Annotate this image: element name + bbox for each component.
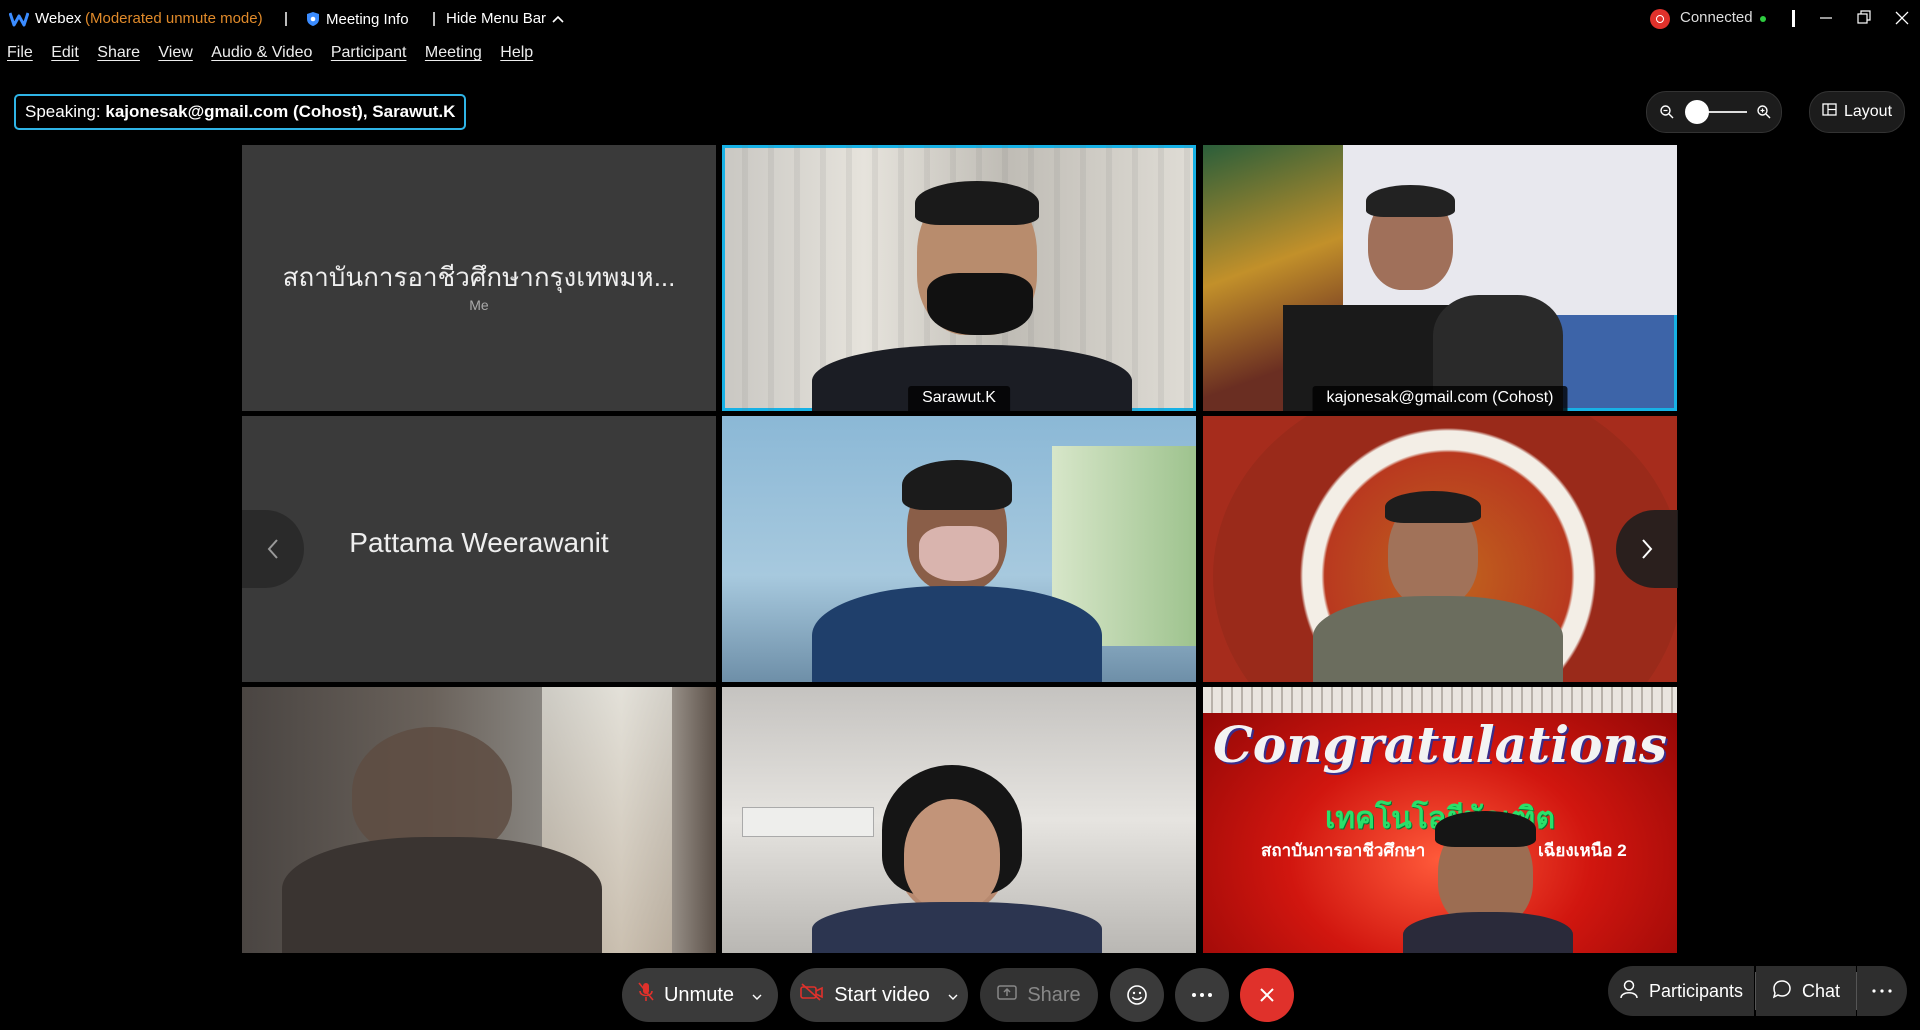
video-tile-participant-8[interactable] bbox=[722, 687, 1196, 953]
congrats-line2b: เฉียงเหนือ 2 bbox=[1538, 841, 1627, 860]
participant-name-tag: Sarawut.K bbox=[908, 386, 1010, 411]
minimize-icon[interactable] bbox=[1816, 8, 1836, 28]
title-bar: Webex (Moderated unmute mode) Meeting In… bbox=[0, 0, 1920, 38]
banner-top bbox=[1203, 687, 1677, 713]
more-horizontal-icon bbox=[1872, 989, 1892, 993]
menu-audio-video[interactable]: Audio & Video bbox=[211, 44, 312, 62]
divider bbox=[433, 12, 435, 26]
shirt bbox=[1403, 912, 1573, 953]
mode-label: (Moderated unmute mode) bbox=[85, 10, 263, 27]
more-panels-button[interactable] bbox=[1857, 966, 1907, 1016]
chevron-up-icon bbox=[552, 10, 564, 27]
chevron-down-icon[interactable] bbox=[752, 984, 762, 1007]
zoom-out-icon[interactable] bbox=[1659, 104, 1675, 120]
face bbox=[904, 799, 1000, 909]
video-off-icon bbox=[800, 983, 824, 1007]
hair bbox=[1385, 491, 1481, 523]
speaking-indicator: Speaking: kajonesak@gmail.com (Cohost), … bbox=[14, 94, 467, 130]
more-options-button[interactable] bbox=[1175, 968, 1229, 1022]
menu-meeting[interactable]: Meeting bbox=[425, 44, 482, 62]
menu-edit[interactable]: Edit bbox=[51, 44, 79, 62]
grid-icon bbox=[1822, 103, 1837, 121]
hide-menu-bar-label: Hide Menu Bar bbox=[446, 10, 547, 27]
face-mask bbox=[919, 526, 999, 581]
webex-logo-icon bbox=[8, 11, 30, 27]
share-icon bbox=[997, 983, 1018, 1007]
speaking-label: Speaking: bbox=[25, 102, 101, 121]
divider bbox=[285, 12, 287, 26]
close-window-icon[interactable] bbox=[1892, 8, 1912, 28]
menu-share[interactable]: Share bbox=[97, 44, 140, 62]
person-icon bbox=[1619, 979, 1639, 1004]
zoom-slider-handle[interactable] bbox=[1685, 100, 1709, 124]
microphone-muted-icon bbox=[638, 981, 654, 1009]
video-tile-kajonesak[interactable]: kajonesak@gmail.com (Cohost) bbox=[1203, 145, 1677, 411]
hair bbox=[1366, 185, 1455, 217]
start-video-button[interactable]: Start video bbox=[790, 968, 968, 1022]
participants-button[interactable]: Participants bbox=[1608, 966, 1754, 1016]
divider bbox=[1792, 10, 1795, 27]
video-tile-pattama[interactable]: Pattama Weerawanit bbox=[242, 416, 716, 682]
hair bbox=[915, 181, 1039, 225]
video-tile-participant-7[interactable] bbox=[242, 687, 716, 953]
zoom-control bbox=[1646, 91, 1782, 133]
start-video-label: Start video bbox=[834, 983, 930, 1006]
participant-name: สถาบันการอาชีวศึกษากรุงเทพมห... bbox=[282, 262, 676, 292]
face-mask bbox=[927, 273, 1033, 335]
reactions-button[interactable] bbox=[1110, 968, 1164, 1022]
more-horizontal-icon bbox=[1192, 993, 1212, 997]
menu-file[interactable]: File bbox=[7, 44, 33, 62]
shirt bbox=[812, 902, 1102, 953]
menu-help[interactable]: Help bbox=[500, 44, 533, 62]
menu-participant[interactable]: Participant bbox=[331, 44, 407, 62]
chat-button[interactable]: Chat bbox=[1756, 966, 1856, 1016]
restore-icon[interactable] bbox=[1854, 8, 1874, 28]
zoom-in-icon[interactable] bbox=[1756, 104, 1772, 120]
recording-icon bbox=[1650, 9, 1670, 29]
chevron-left-icon bbox=[267, 539, 278, 559]
me-label: Me bbox=[469, 297, 489, 313]
air-conditioner bbox=[742, 807, 874, 837]
app-name: Webex bbox=[35, 10, 82, 27]
menu-bar: File Edit Share View Audio & Video Parti… bbox=[0, 44, 1920, 72]
jacket bbox=[812, 586, 1102, 682]
speaking-names: kajonesak@gmail.com (Cohost), Sarawut.K bbox=[105, 102, 456, 121]
menu-view[interactable]: View bbox=[158, 44, 192, 62]
participant-name: Pattama Weerawanit bbox=[349, 527, 609, 558]
share-button[interactable]: Share bbox=[980, 968, 1098, 1022]
layout-button[interactable]: Layout bbox=[1809, 91, 1905, 133]
participants-label: Participants bbox=[1648, 980, 1744, 1001]
layout-label: Layout bbox=[1843, 103, 1893, 120]
shirt bbox=[1313, 596, 1563, 682]
end-call-button[interactable] bbox=[1240, 968, 1294, 1022]
video-tile-sarawut[interactable]: Sarawut.K bbox=[722, 145, 1196, 411]
chevron-right-icon bbox=[1642, 539, 1653, 559]
video-tile-participant-6[interactable] bbox=[1203, 416, 1677, 682]
unmute-label: Unmute bbox=[663, 983, 735, 1006]
congrats-line2: สถาบันการอาชีวศึกษา bbox=[1261, 841, 1426, 860]
connection-dot-icon bbox=[1760, 16, 1766, 22]
hair bbox=[902, 460, 1012, 510]
congrats-title: Congratulations bbox=[1213, 715, 1667, 774]
shield-icon bbox=[306, 11, 320, 27]
video-tile-participant-5[interactable] bbox=[722, 416, 1196, 682]
share-label: Share bbox=[1027, 983, 1081, 1006]
meeting-info-button[interactable]: Meeting Info bbox=[306, 9, 409, 29]
meeting-info-label: Meeting Info bbox=[326, 10, 409, 28]
shirt bbox=[282, 837, 602, 953]
chat-bubble-icon bbox=[1772, 979, 1792, 1004]
emoji-icon bbox=[1127, 985, 1147, 1005]
unmute-button[interactable]: Unmute bbox=[622, 968, 778, 1022]
chat-label: Chat bbox=[1801, 980, 1841, 1001]
hair bbox=[1435, 811, 1536, 847]
video-tile-me[interactable]: สถาบันการอาชีวศึกษากรุงเทพมห... Me bbox=[242, 145, 716, 411]
chevron-down-icon[interactable] bbox=[948, 984, 958, 1007]
close-icon bbox=[1260, 988, 1274, 1002]
participant-name-tag: kajonesak@gmail.com (Cohost) bbox=[1312, 386, 1568, 411]
video-tile-participant-9[interactable]: Congratulations เทคโนโลยีบัณฑิต สถาบันกา… bbox=[1203, 687, 1677, 953]
connection-status: Connected bbox=[1680, 9, 1753, 26]
hide-menu-bar-button[interactable]: Hide Menu Bar bbox=[446, 10, 564, 27]
